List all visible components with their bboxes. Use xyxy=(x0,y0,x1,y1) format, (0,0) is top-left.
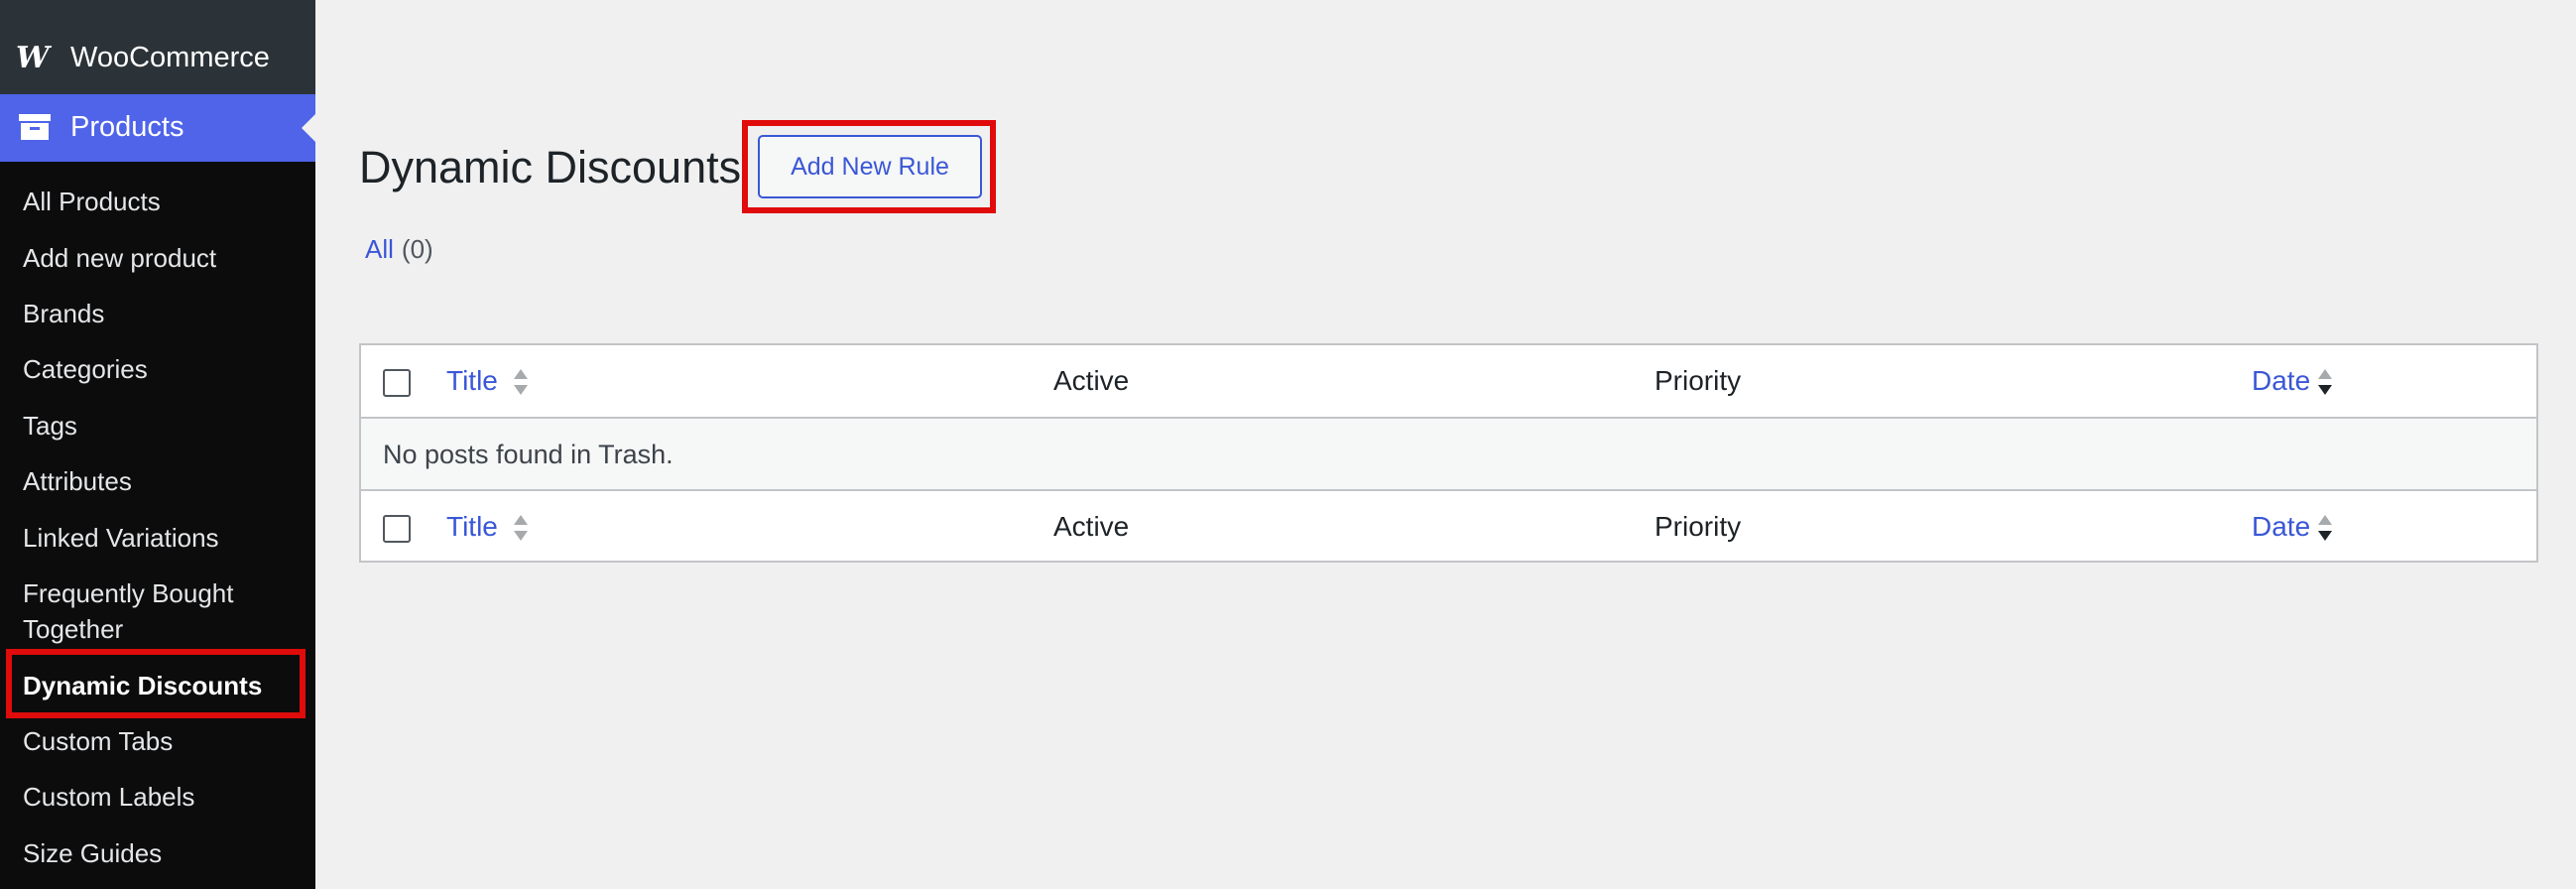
products-menu-label: Products xyxy=(70,111,184,143)
sort-arrows-icon[interactable] xyxy=(512,513,530,543)
select-all-checkbox[interactable] xyxy=(383,369,411,397)
admin-sidebar: W WooCommerce Products All Products Add … xyxy=(0,0,315,889)
sidebar-item-custom-tabs[interactable]: Custom Tabs xyxy=(23,723,173,759)
column-priority-footer: Priority xyxy=(1655,511,1742,542)
column-title-footer[interactable]: Title xyxy=(446,511,498,543)
filter-all-count: (0) xyxy=(401,234,433,264)
highlight-box-button xyxy=(742,120,996,213)
column-priority-header: Priority xyxy=(1655,365,1742,396)
column-active-header: Active xyxy=(1053,365,1130,396)
sort-arrows-icon[interactable] xyxy=(512,367,530,397)
sort-arrows-icon[interactable] xyxy=(2316,367,2334,397)
page-title: Dynamic Discounts xyxy=(359,142,742,192)
archive-box-icon xyxy=(19,114,51,140)
rules-table: Title Active Priority Date No posts foun… xyxy=(359,343,2538,563)
sidebar-item-frequently-bought-together[interactable]: Frequently Bought Together xyxy=(23,575,233,647)
table-header-row: Title Active Priority Date xyxy=(361,345,2536,419)
table-row: No posts found in Trash. xyxy=(361,419,2536,491)
sidebar-item-custom-labels[interactable]: Custom Labels xyxy=(23,779,194,815)
sidebar-item-tags[interactable]: Tags xyxy=(23,408,77,444)
current-menu-arrow xyxy=(302,114,315,142)
sidebar-item-attributes[interactable]: Attributes xyxy=(23,463,132,499)
highlight-box-sidebar xyxy=(6,649,306,718)
sidebar-item-label-line2: Together xyxy=(23,614,124,644)
status-filter: All (0) xyxy=(365,233,433,265)
woocommerce-menu[interactable]: W WooCommerce xyxy=(0,0,315,94)
sidebar-item-linked-variations[interactable]: Linked Variations xyxy=(23,520,219,556)
empty-message: No posts found in Trash. xyxy=(383,440,674,469)
woocommerce-menu-label: WooCommerce xyxy=(70,42,270,73)
table-footer-row: Title Active Priority Date xyxy=(361,491,2536,563)
column-date-header[interactable]: Date xyxy=(2252,365,2310,397)
column-date-footer[interactable]: Date xyxy=(2252,511,2310,543)
column-title-header[interactable]: Title xyxy=(446,365,498,397)
sidebar-item-all-products[interactable]: All Products xyxy=(23,184,161,219)
column-active-footer: Active xyxy=(1053,511,1130,542)
products-menu[interactable]: Products xyxy=(0,94,315,162)
sidebar-item-label-line1: Frequently Bought xyxy=(23,578,234,608)
woocommerce-logo-icon: W xyxy=(16,41,50,75)
products-submenu: All Products Add new product Brands Cate… xyxy=(0,162,315,889)
select-all-checkbox-footer[interactable] xyxy=(383,515,411,543)
sidebar-item-categories[interactable]: Categories xyxy=(23,351,148,387)
filter-all-link[interactable]: All xyxy=(365,234,394,264)
sidebar-item-size-guides[interactable]: Size Guides xyxy=(23,835,162,871)
sort-arrows-icon[interactable] xyxy=(2316,513,2334,543)
sidebar-item-add-new-product[interactable]: Add new product xyxy=(23,240,216,276)
sidebar-item-brands[interactable]: Brands xyxy=(23,296,104,331)
